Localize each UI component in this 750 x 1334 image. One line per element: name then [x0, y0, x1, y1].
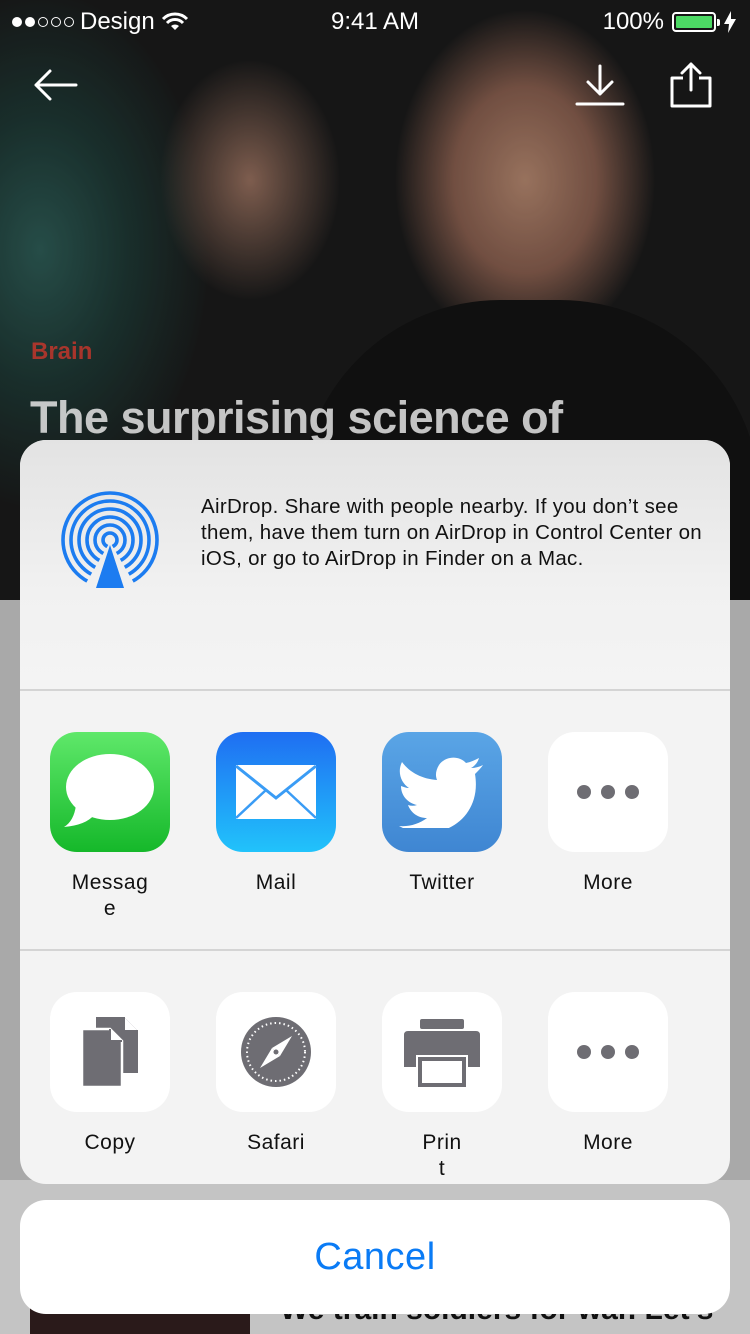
airdrop-description: AirDrop. Share with people nearby. If yo…	[201, 495, 703, 570]
share-actions-row: Copy Safari Prin t More	[20, 951, 730, 1184]
download-icon[interactable]	[574, 62, 626, 108]
share-app-label: More	[583, 871, 633, 894]
share-sheet: AirDrop. Share with people nearby. If yo…	[20, 440, 730, 1184]
share-apps-row: Messag e Mail Twitter More	[20, 691, 730, 949]
action-safari[interactable]: Safari	[216, 992, 336, 1156]
battery-info: 100%	[603, 8, 736, 36]
more-icon	[548, 992, 668, 1112]
more-icon	[548, 732, 668, 852]
airdrop-section[interactable]: AirDrop. Share with people nearby. If yo…	[20, 440, 730, 690]
battery-icon	[672, 12, 720, 32]
share-app-label: Mail	[255, 871, 297, 894]
article-title: The surprising science of	[30, 392, 563, 443]
twitter-icon	[382, 732, 502, 852]
copy-icon	[50, 992, 170, 1112]
share-app-twitter[interactable]: Twitter	[382, 732, 502, 896]
action-label: More	[583, 1131, 633, 1154]
safari-icon	[216, 992, 336, 1112]
share-app-label: Messag e	[71, 871, 149, 920]
battery-percent: 100%	[602, 8, 664, 35]
action-label: Copy	[84, 1131, 136, 1154]
cancel-button[interactable]: Cancel	[20, 1200, 730, 1314]
action-copy[interactable]: Copy	[50, 992, 170, 1156]
charging-icon	[724, 11, 736, 33]
print-icon	[382, 992, 502, 1112]
airdrop-icon	[61, 491, 159, 589]
share-icon[interactable]	[668, 60, 714, 110]
action-more[interactable]: More	[548, 992, 668, 1156]
action-label: Safari	[247, 1131, 305, 1154]
back-arrow-icon[interactable]	[32, 66, 78, 104]
share-app-messages[interactable]: Messag e	[50, 732, 170, 922]
share-app-mail[interactable]: Mail	[216, 732, 336, 896]
messages-icon	[50, 732, 170, 852]
action-print[interactable]: Prin t	[382, 992, 502, 1182]
article-category: Brain	[31, 338, 93, 365]
status-bar: Design 9:41 AM 100%	[0, 0, 750, 40]
action-label: Prin t	[422, 1131, 462, 1180]
share-app-label: Twitter	[409, 871, 475, 894]
mail-icon	[216, 732, 336, 852]
share-app-more[interactable]: More	[548, 732, 668, 896]
